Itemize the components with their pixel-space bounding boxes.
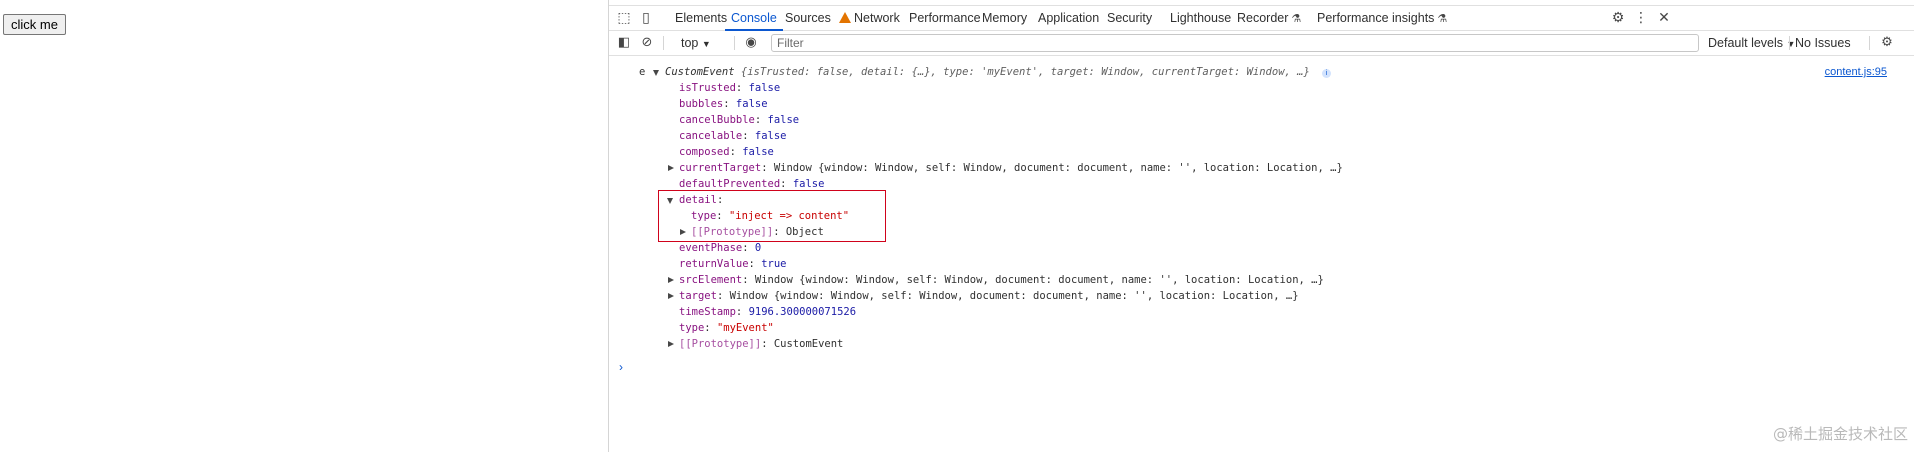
prop-isTrusted: isTrusted: false <box>679 82 781 94</box>
prop-currentTarget[interactable]: currentTarget: Window {window: Window, s… <box>668 162 1343 175</box>
prop-composed: composed: false <box>679 146 774 158</box>
object-type-name: CustomEvent <box>665 66 735 78</box>
log-prefix: e <box>639 66 646 78</box>
toolbar-divider <box>1789 36 1790 50</box>
tab-memory[interactable]: Memory <box>982 6 1027 30</box>
expand-arrow-icon[interactable] <box>653 70 659 76</box>
tab-network[interactable]: Network <box>839 6 900 30</box>
tab-sources[interactable]: Sources <box>785 6 831 30</box>
context-value: top <box>681 36 699 50</box>
toolbar-divider <box>1869 36 1870 50</box>
tab-elements[interactable]: Elements <box>675 6 727 30</box>
expand-arrow-icon[interactable] <box>668 277 674 283</box>
tab-console[interactable]: Console <box>725 6 783 31</box>
sidebar-toggle-icon[interactable]: ◧ <box>614 34 634 52</box>
page-viewport: click me <box>0 0 608 452</box>
log-levels-label: Default levels <box>1708 36 1784 50</box>
tab-network-label: Network <box>854 11 900 25</box>
prop-returnValue: returnValue: true <box>679 258 787 270</box>
prop-timeStamp: timeStamp: 9196.300000071526 <box>679 306 857 318</box>
console-output: e CustomEvent {isTrusted: false, detail:… <box>609 58 1914 452</box>
warning-icon <box>839 12 851 23</box>
prop-bubbles: bubbles: false <box>679 98 768 110</box>
chevron-down-icon: ▼ <box>701 39 711 49</box>
object-preview: {isTrusted: false, detail: {…}, type: 'm… <box>740 66 1310 78</box>
tab-security[interactable]: Security <box>1107 6 1152 30</box>
prop-eventPhase: eventPhase: 0 <box>679 242 762 254</box>
tab-performance-insights[interactable]: Performance insights ⚗ <box>1317 6 1447 30</box>
tab-performance-insights-label: Performance insights <box>1317 11 1435 25</box>
expand-arrow-icon[interactable] <box>668 165 674 171</box>
console-settings-icon[interactable]: ⚙ <box>1877 34 1897 52</box>
experiment-flask-icon: ⚗ <box>1437 13 1448 25</box>
tab-application[interactable]: Application <box>1038 6 1099 30</box>
experiment-flask-icon: ⚗ <box>1291 13 1302 25</box>
object-summary[interactable]: CustomEvent {isTrusted: false, detail: {… <box>653 66 1332 79</box>
annotation-highlight-box <box>658 190 886 242</box>
expand-arrow-icon[interactable] <box>668 293 674 299</box>
more-options-icon[interactable]: ⋮ <box>1631 9 1651 27</box>
console-toolbar: ◧ ⊘ top ▼ ◉ Default levels ▼ No Issues ⚙ <box>609 32 1914 56</box>
toolbar-divider <box>734 36 735 50</box>
source-link[interactable]: content.js:95 <box>1825 66 1887 79</box>
expand-arrow-icon[interactable] <box>668 341 674 347</box>
issues-counter[interactable]: No Issues <box>1795 32 1851 54</box>
prop-cancelable: cancelable: false <box>679 130 787 142</box>
prop-prototype[interactable]: [[Prototype]]: CustomEvent <box>668 338 843 351</box>
live-expression-eye-icon[interactable]: ◉ <box>741 34 761 52</box>
console-filter-input[interactable] <box>771 34 1699 52</box>
context-selector[interactable]: top ▼ <box>681 32 711 54</box>
devtools-tabbar: ⬚ ▯ Elements Console Sources Network Per… <box>609 5 1914 31</box>
info-icon[interactable]: i <box>1322 69 1332 78</box>
console-log-entry: e CustomEvent {isTrusted: false, detail:… <box>609 66 1909 79</box>
tab-lighthouse[interactable]: Lighthouse <box>1170 6 1231 30</box>
click-me-button[interactable]: click me <box>3 14 66 35</box>
settings-gear-icon[interactable]: ⚙ <box>1608 9 1628 27</box>
clear-console-icon[interactable]: ⊘ <box>637 34 657 52</box>
toolbar-divider <box>663 36 664 50</box>
prop-type: type: "myEvent" <box>679 322 774 334</box>
prop-srcElement[interactable]: srcElement: Window {window: Window, self… <box>668 274 1324 287</box>
prop-target[interactable]: target: Window {window: Window, self: Wi… <box>668 290 1299 303</box>
tab-recorder[interactable]: Recorder ⚗ <box>1237 6 1301 30</box>
tab-recorder-label: Recorder <box>1237 11 1289 25</box>
tab-performance[interactable]: Performance <box>909 6 981 30</box>
device-toolbar-icon[interactable]: ▯ <box>636 9 656 27</box>
watermark: @稀土掘金技术社区 <box>1772 425 1908 443</box>
log-levels-dropdown[interactable]: Default levels ▼ <box>1708 32 1795 54</box>
close-devtools-icon[interactable]: ✕ <box>1654 9 1674 27</box>
inspect-element-icon[interactable]: ⬚ <box>614 9 634 27</box>
console-prompt[interactable]: › <box>619 360 623 374</box>
prop-cancelBubble: cancelBubble: false <box>679 114 800 126</box>
